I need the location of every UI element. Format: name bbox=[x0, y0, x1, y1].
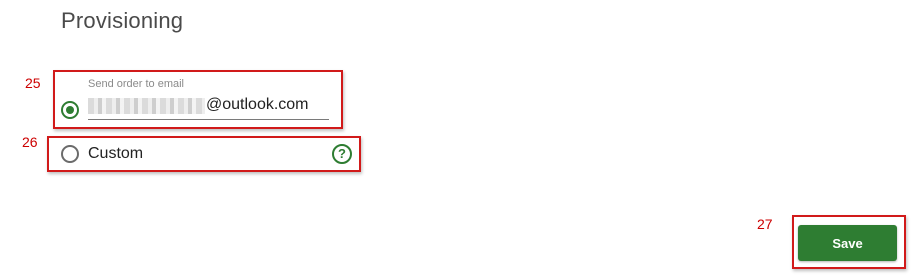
question-circle-icon[interactable]: ? bbox=[332, 144, 352, 164]
annotation-number-27: 27 bbox=[757, 216, 773, 232]
email-option-radio[interactable] bbox=[61, 101, 79, 119]
redacted-email-user bbox=[88, 98, 205, 114]
email-field-label: Send order to email bbox=[88, 78, 184, 90]
custom-option-label[interactable]: Custom bbox=[88, 145, 143, 163]
save-button[interactable]: Save bbox=[798, 225, 897, 261]
annotation-number-25: 25 bbox=[25, 75, 41, 91]
email-field[interactable]: @outlook.com bbox=[88, 94, 329, 120]
page-title: Provisioning bbox=[61, 8, 184, 33]
email-domain-text: @outlook.com bbox=[206, 96, 309, 113]
custom-option-radio[interactable] bbox=[61, 145, 79, 163]
annotation-number-26: 26 bbox=[22, 134, 38, 150]
